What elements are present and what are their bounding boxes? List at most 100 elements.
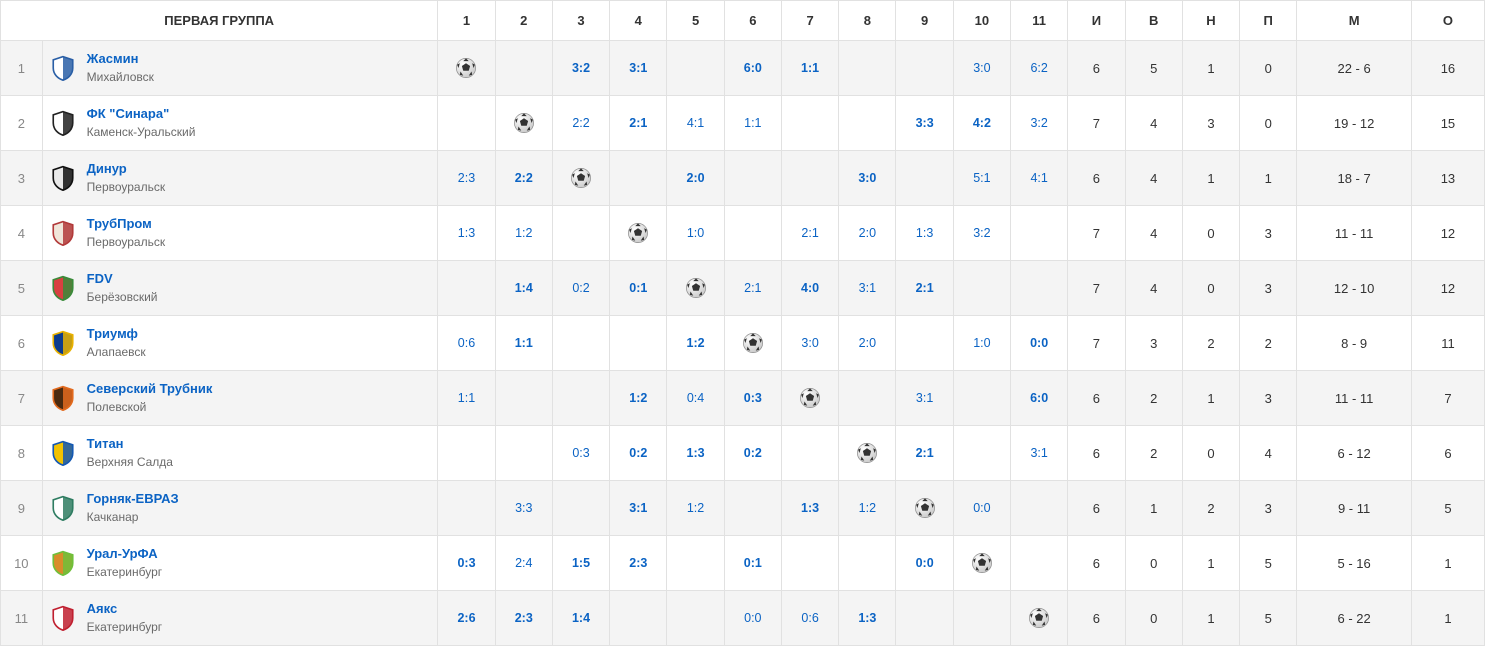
team-name-link[interactable]: Триумф <box>87 326 146 342</box>
score-cell[interactable]: 1:1 <box>438 371 495 426</box>
score-cell[interactable]: 1:3 <box>438 206 495 261</box>
score-cell[interactable]: 2:0 <box>839 206 896 261</box>
stat-games: 7 <box>1068 96 1125 151</box>
team-name-link[interactable]: Северский Трубник <box>87 381 213 397</box>
score-cell[interactable]: 0:6 <box>781 591 838 646</box>
score-cell[interactable]: 3:3 <box>495 481 552 536</box>
team-name-link[interactable]: ФК "Синара" <box>87 106 196 122</box>
score-cell[interactable]: 2:3 <box>438 151 495 206</box>
stat-losses: 2 <box>1240 316 1297 371</box>
score-cell[interactable]: 1:3 <box>839 591 896 646</box>
score-cell[interactable]: 0:3 <box>438 536 495 591</box>
score-cell[interactable]: 5:1 <box>953 151 1010 206</box>
score-cell[interactable]: 6:0 <box>1011 371 1068 426</box>
team-name-link[interactable]: Урал-УрФА <box>87 546 163 562</box>
score-cell[interactable]: 1:5 <box>552 536 609 591</box>
score-cell[interactable]: 2:2 <box>552 96 609 151</box>
score-cell[interactable]: 1:2 <box>495 206 552 261</box>
score-cell[interactable]: 4:0 <box>781 261 838 316</box>
score-cell[interactable]: 1:4 <box>495 261 552 316</box>
score-cell[interactable]: 2:6 <box>438 591 495 646</box>
score-cell[interactable]: 0:0 <box>953 481 1010 536</box>
score-cell[interactable]: 2:3 <box>495 591 552 646</box>
score-cell[interactable]: 3:1 <box>1011 426 1068 481</box>
score-cell[interactable]: 1:2 <box>667 481 724 536</box>
score-cell[interactable]: 4:2 <box>953 96 1010 151</box>
score-cell[interactable]: 0:0 <box>1011 316 1068 371</box>
score-cell[interactable]: 3:1 <box>839 261 896 316</box>
team-name-link[interactable]: FDV <box>87 271 158 287</box>
soccer-ball-icon <box>513 112 535 134</box>
header-col-7: 7 <box>781 1 838 41</box>
score-cell[interactable]: 4:1 <box>1011 151 1068 206</box>
score-cell[interactable]: 1:3 <box>667 426 724 481</box>
score-cell[interactable]: 3:3 <box>896 96 953 151</box>
score-cell[interactable]: 0:4 <box>667 371 724 426</box>
score-cell[interactable]: 0:6 <box>438 316 495 371</box>
score-cell[interactable]: 1:2 <box>839 481 896 536</box>
score-cell[interactable]: 0:0 <box>724 591 781 646</box>
score-cell[interactable]: 4:1 <box>667 96 724 151</box>
soccer-ball-icon <box>742 332 764 354</box>
team-name-link[interactable]: Жасмин <box>87 51 154 67</box>
table-row: 5FDVБерёзовский1:40:20:12:14:03:12:17403… <box>1 261 1485 316</box>
score-cell[interactable]: 2:1 <box>610 96 667 151</box>
score-cell[interactable]: 1:4 <box>552 591 609 646</box>
score-cell-empty <box>667 591 724 646</box>
score-cell[interactable]: 0:2 <box>610 426 667 481</box>
score-cell[interactable]: 2:2 <box>495 151 552 206</box>
rank-cell: 9 <box>1 481 43 536</box>
team-name-link[interactable]: ТрубПром <box>87 216 165 232</box>
table-row: 11АяксЕкатеринбург2:62:31:40:00:61:36015… <box>1 591 1485 646</box>
score-cell[interactable]: 3:0 <box>839 151 896 206</box>
team-name-link[interactable]: Динур <box>87 161 165 177</box>
score-cell[interactable]: 3:0 <box>781 316 838 371</box>
score-cell[interactable]: 3:1 <box>610 41 667 96</box>
score-cell[interactable]: 3:0 <box>953 41 1010 96</box>
team-name-link[interactable]: Титан <box>87 436 173 452</box>
stat-wins: 2 <box>1125 371 1182 426</box>
score-cell-empty <box>495 426 552 481</box>
score-cell[interactable]: 1:3 <box>896 206 953 261</box>
score-cell[interactable]: 1:1 <box>724 96 781 151</box>
stat-draws: 2 <box>1182 316 1239 371</box>
score-cell[interactable]: 2:1 <box>896 426 953 481</box>
score-cell[interactable]: 3:2 <box>552 41 609 96</box>
score-cell[interactable]: 6:2 <box>1011 41 1068 96</box>
stat-games: 7 <box>1068 261 1125 316</box>
score-cell-empty <box>724 206 781 261</box>
team-city: Первоуральск <box>87 235 165 250</box>
score-cell[interactable]: 0:0 <box>896 536 953 591</box>
score-cell[interactable]: 0:3 <box>552 426 609 481</box>
score-cell[interactable]: 1:1 <box>781 41 838 96</box>
score-cell[interactable]: 2:1 <box>896 261 953 316</box>
score-cell[interactable]: 0:2 <box>724 426 781 481</box>
score-cell[interactable]: 1:2 <box>610 371 667 426</box>
score-cell[interactable]: 1:3 <box>781 481 838 536</box>
score-cell[interactable]: 2:1 <box>724 261 781 316</box>
score-cell[interactable]: 2:3 <box>610 536 667 591</box>
header-col-8: 8 <box>839 1 896 41</box>
score-cell[interactable]: 1:1 <box>495 316 552 371</box>
score-cell[interactable]: 1:0 <box>667 206 724 261</box>
score-cell[interactable]: 0:2 <box>552 261 609 316</box>
score-cell[interactable]: 1:0 <box>953 316 1010 371</box>
score-cell[interactable]: 3:2 <box>953 206 1010 261</box>
score-cell[interactable]: 6:0 <box>724 41 781 96</box>
team-cell: Северский ТрубникПолевской <box>42 371 438 426</box>
score-cell[interactable]: 2:1 <box>781 206 838 261</box>
score-cell[interactable]: 3:2 <box>1011 96 1068 151</box>
score-cell[interactable]: 0:3 <box>724 371 781 426</box>
team-name-link[interactable]: Горняк-ЕВРАЗ <box>87 491 179 507</box>
team-name-link[interactable]: Аякс <box>87 601 163 617</box>
score-cell[interactable]: 0:1 <box>724 536 781 591</box>
score-cell[interactable]: 2:0 <box>839 316 896 371</box>
score-cell[interactable]: 2:0 <box>667 151 724 206</box>
stat-games: 6 <box>1068 426 1125 481</box>
team-logo-icon <box>49 604 77 632</box>
score-cell[interactable]: 3:1 <box>896 371 953 426</box>
score-cell[interactable]: 1:2 <box>667 316 724 371</box>
score-cell[interactable]: 2:4 <box>495 536 552 591</box>
score-cell[interactable]: 0:1 <box>610 261 667 316</box>
score-cell[interactable]: 3:1 <box>610 481 667 536</box>
